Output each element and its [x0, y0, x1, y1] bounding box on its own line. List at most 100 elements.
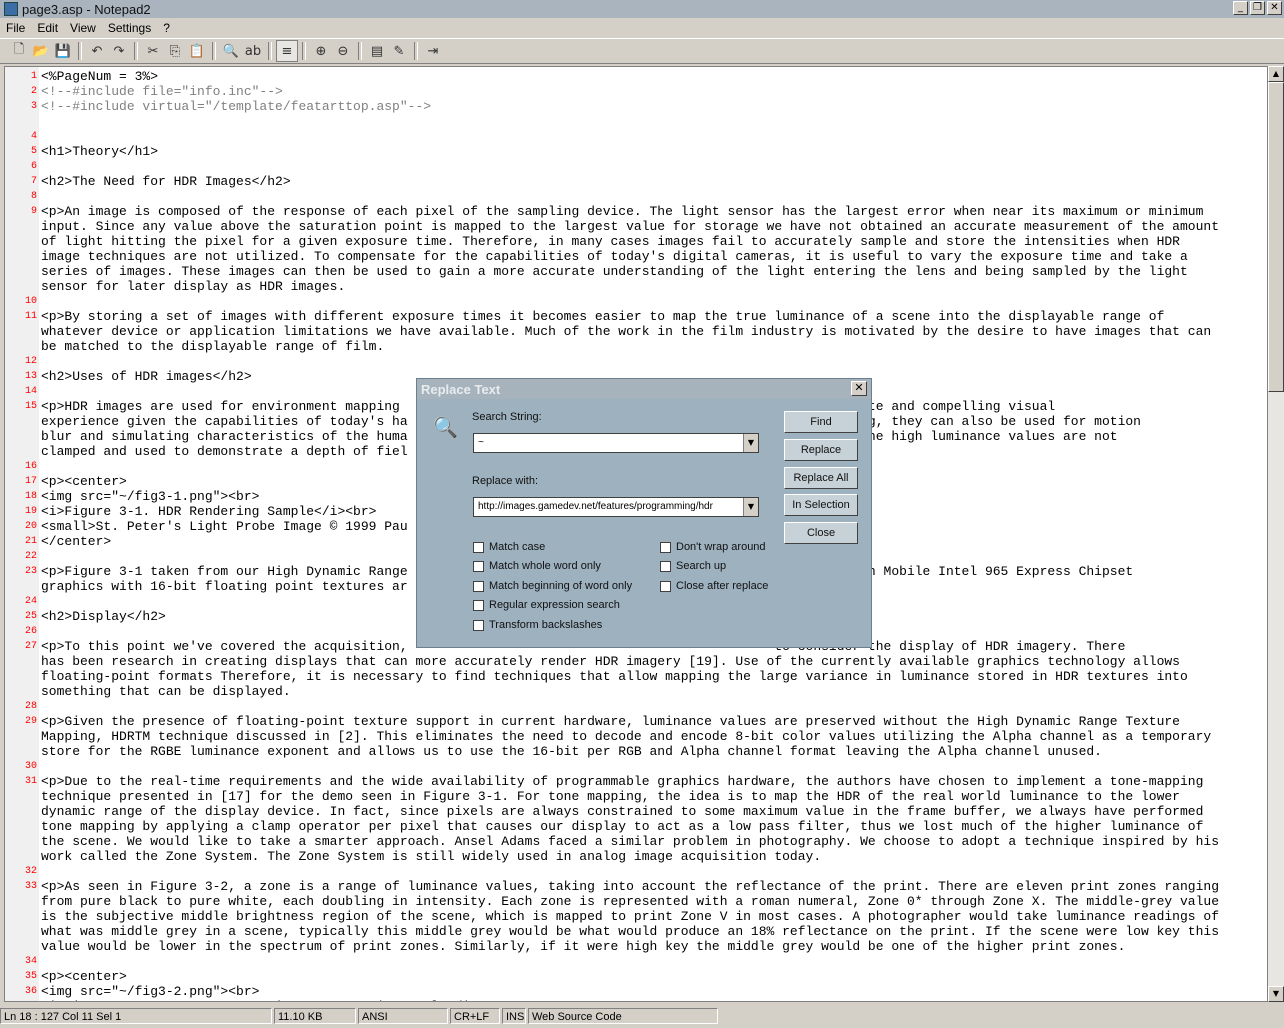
toolbar-separator [414, 42, 418, 60]
menu-settings[interactable]: Settings [102, 21, 157, 35]
line-number [5, 894, 39, 909]
new-file-icon[interactable]: 🗋 [8, 40, 30, 62]
checkbox-box[interactable] [660, 580, 671, 592]
line-text: the scene. We would like to take a smart… [41, 834, 1219, 849]
line-number [5, 924, 39, 939]
search-string-input[interactable]: ~ ▼ [473, 433, 759, 453]
line-number: 15 [24, 401, 37, 412]
menu-edit[interactable]: Edit [31, 21, 64, 35]
line-number [5, 579, 39, 594]
find-icon[interactable]: 🔍 [220, 40, 242, 62]
checkbox-box[interactable] [473, 580, 484, 592]
line-number [5, 744, 39, 759]
dont-wrap-checkbox[interactable]: Don't wrap around [660, 541, 766, 553]
line-number [5, 849, 39, 864]
close-button[interactable]: Close [784, 522, 858, 544]
code-line: 29 <p>Given the presence of floating-poin… [5, 714, 1267, 729]
code-line: 5 <h1>Theory</h1> [5, 144, 1267, 159]
replace-button[interactable]: Replace [784, 439, 858, 461]
search-up-checkbox[interactable]: Search up [660, 560, 726, 572]
checkbox-box[interactable] [473, 560, 484, 572]
replace-with-label: Replace with: [472, 475, 539, 487]
scroll-down-icon[interactable]: ▼ [1268, 986, 1284, 1002]
close-window-button[interactable]: ✕ [1267, 1, 1282, 15]
line-text [39, 159, 41, 174]
find-button[interactable]: Find [784, 411, 858, 433]
replace-icon[interactable]: ab [242, 40, 264, 62]
redo-icon[interactable]: ↷ [108, 40, 130, 62]
checkbox-box[interactable] [473, 541, 484, 553]
checkbox-box[interactable] [660, 541, 671, 553]
in-selection-button[interactable]: In Selection [784, 494, 858, 516]
code-line: 2 <!--#include file="info.inc"--> [5, 84, 1267, 99]
checkbox-label: Match whole word only [489, 560, 601, 572]
undo-icon[interactable]: ↶ [86, 40, 108, 62]
paste-icon[interactable]: 📋 [186, 40, 208, 62]
line-text: is the subjective middle brightness regi… [41, 909, 1219, 924]
line-number [5, 219, 39, 234]
line-text: <!--#include file="info.inc"--> [41, 84, 283, 99]
line-text [39, 459, 41, 474]
copy-icon[interactable]: ⎘ [164, 40, 186, 62]
line-number: 13 [24, 371, 37, 382]
open-folder-icon[interactable]: 📂 [30, 40, 52, 62]
code-line: 34 [5, 954, 1267, 969]
line-text: <h2>Display</h2> [41, 609, 166, 624]
status-line-endings[interactable]: CR+LF [450, 1008, 500, 1024]
menu-view[interactable]: View [64, 21, 102, 35]
toolbar-separator [134, 42, 138, 60]
minimize-button[interactable]: _ [1233, 1, 1248, 15]
line-text [39, 294, 41, 309]
code-line: 30 [5, 759, 1267, 774]
vertical-scrollbar[interactable]: ▲ ▼ [1268, 66, 1284, 1002]
scroll-up-icon[interactable]: ▲ [1268, 66, 1284, 82]
scroll-thumb[interactable] [1268, 82, 1284, 392]
chevron-down-icon[interactable]: ▼ [743, 434, 758, 452]
line-text: <p>An image is composed of the response … [41, 204, 1204, 219]
replace-with-input[interactable]: http://images.gamedev.net/features/progr… [473, 497, 759, 517]
line-text: tone mapping by applying a clamp operato… [41, 819, 1204, 834]
scheme-icon[interactable]: ▤ [366, 40, 388, 62]
zoom-out-icon[interactable]: ⊖ [332, 40, 354, 62]
cut-icon[interactable]: ✂ [142, 40, 164, 62]
checkbox-label: Match case [489, 541, 546, 553]
line-number [5, 279, 39, 294]
replace-all-button[interactable]: Replace All [784, 467, 858, 489]
checkbox-label: Match beginning of word only [489, 580, 633, 592]
line-number: 20 [24, 521, 37, 532]
line-text: <!--#include virtual="/template/featartt… [41, 99, 432, 114]
regex-checkbox[interactable]: Regular expression search [473, 599, 620, 611]
line-number: 10 [24, 296, 37, 307]
customize-icon[interactable]: ✎ [388, 40, 410, 62]
line-text [39, 759, 41, 774]
transform-backslashes-checkbox[interactable]: Transform backslashes [473, 619, 602, 631]
menu-help[interactable]: ? [157, 21, 176, 35]
zoom-in-icon[interactable]: ⊕ [310, 40, 332, 62]
match-beginning-checkbox[interactable]: Match beginning of word only [473, 580, 632, 592]
status-encoding[interactable]: ANSI [358, 1008, 448, 1024]
close-after-replace-checkbox[interactable]: Close after replace [660, 580, 768, 592]
line-text: whatever device or application limitatio… [41, 324, 1212, 339]
status-lexer[interactable]: Web Source Code [528, 1008, 718, 1024]
menu-file[interactable]: File [0, 21, 31, 35]
exit-icon[interactable]: ⇥ [422, 40, 444, 62]
word-wrap-icon[interactable]: ≡ [276, 40, 298, 62]
dialog-close-icon[interactable]: ✕ [851, 381, 867, 396]
checkbox-box[interactable] [473, 599, 484, 611]
match-whole-word-checkbox[interactable]: Match whole word only [473, 560, 601, 572]
line-number: 33 [24, 881, 37, 892]
match-case-checkbox[interactable]: Match case [473, 541, 545, 553]
code-line: be matched to the displayable range of f… [5, 339, 1267, 354]
line-number [5, 414, 39, 429]
checkbox-box[interactable] [473, 619, 484, 631]
chevron-down-icon[interactable]: ▼ [743, 498, 758, 516]
code-line: Mapping, HDRTM technique discussed in [2… [5, 729, 1267, 744]
line-text: <i>Figure 3-1. HDR Rendering Sample</i><… [41, 504, 377, 519]
checkbox-label: Close after replace [676, 580, 769, 592]
save-icon[interactable]: 💾 [52, 40, 74, 62]
checkbox-box[interactable] [660, 560, 671, 572]
line-text [39, 864, 41, 879]
line-text [39, 129, 41, 144]
code-line: 36 <img src="~/fig3-2.png"><br> [5, 984, 1267, 999]
restore-button[interactable]: ❐ [1250, 1, 1265, 15]
